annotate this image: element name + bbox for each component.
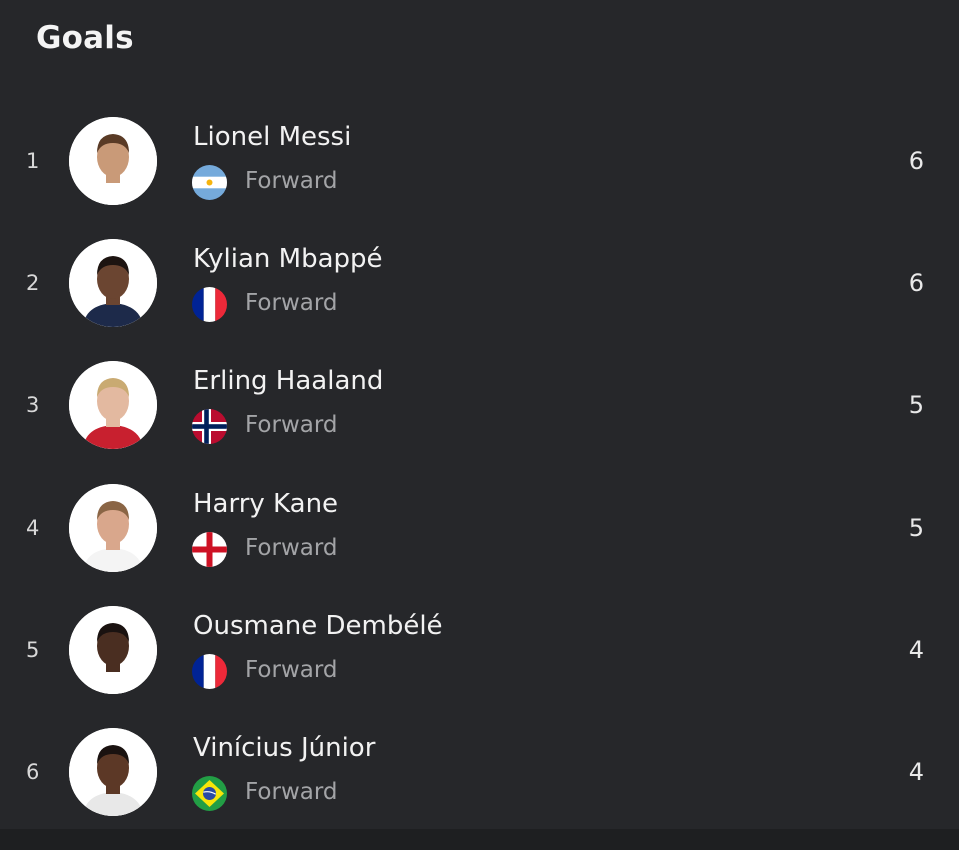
player-row[interactable]: 1 Lionel Messi Forward 6: [0, 117, 959, 239]
france-flag-icon: [192, 287, 227, 323]
player-rank: 5: [26, 637, 40, 662]
player-name[interactable]: Ousmane Dembélé: [193, 611, 443, 641]
player-avatar[interactable]: [69, 117, 157, 205]
player-row[interactable]: 3 Erling Haaland Forward 5: [0, 361, 959, 483]
player-name[interactable]: Vinícius Júnior: [193, 733, 375, 763]
goals-leaderboard-panel: Goals 1 Lionel Messi Forward 6 2 Kylian Mbapp…: [0, 0, 959, 829]
player-name[interactable]: Erling Haaland: [193, 366, 383, 396]
player-avatar[interactable]: [69, 728, 157, 816]
player-position: Forward: [245, 168, 338, 194]
goals-count: 4: [908, 758, 924, 786]
player-position: Forward: [245, 656, 338, 683]
player-position: Forward: [245, 534, 338, 561]
player-row[interactable]: 6 Vinícius Júnior Forward 4: [0, 728, 959, 850]
player-rank: 2: [26, 271, 40, 296]
player-row[interactable]: 2 Kylian Mbappé Forward 6: [0, 239, 959, 361]
player-rank: 3: [26, 393, 40, 418]
player-rank: 6: [26, 760, 40, 784]
player-avatar[interactable]: [69, 605, 157, 694]
player-name[interactable]: Harry Kane: [193, 489, 338, 519]
player-avatar[interactable]: [69, 483, 157, 572]
goals-count: 5: [908, 391, 924, 420]
panel-title: Goals: [36, 20, 134, 56]
player-name[interactable]: Lionel Messi: [193, 122, 351, 152]
goals-count: 6: [908, 147, 924, 175]
player-rank: 1: [26, 149, 40, 173]
player-row[interactable]: 5 Ousmane Dembélé Forward 4: [0, 605, 959, 728]
player-position: Forward: [245, 412, 338, 439]
goals-count: 6: [908, 269, 924, 298]
player-position: Forward: [245, 290, 338, 317]
goals-count: 5: [908, 513, 924, 542]
brazil-flag-icon: [192, 776, 227, 811]
england-flag-icon: [192, 531, 227, 567]
player-rank: 4: [26, 515, 40, 540]
player-name[interactable]: Kylian Mbappé: [193, 244, 383, 274]
argentina-flag-icon: [192, 165, 227, 200]
france-flag-icon: [192, 653, 227, 689]
player-avatar[interactable]: [69, 361, 157, 450]
player-avatar[interactable]: [69, 239, 157, 328]
player-position: Forward: [245, 779, 338, 805]
player-row[interactable]: 4 Harry Kane Forward 5: [0, 483, 959, 606]
goals-count: 4: [908, 635, 924, 664]
norway-flag-icon: [192, 409, 227, 445]
